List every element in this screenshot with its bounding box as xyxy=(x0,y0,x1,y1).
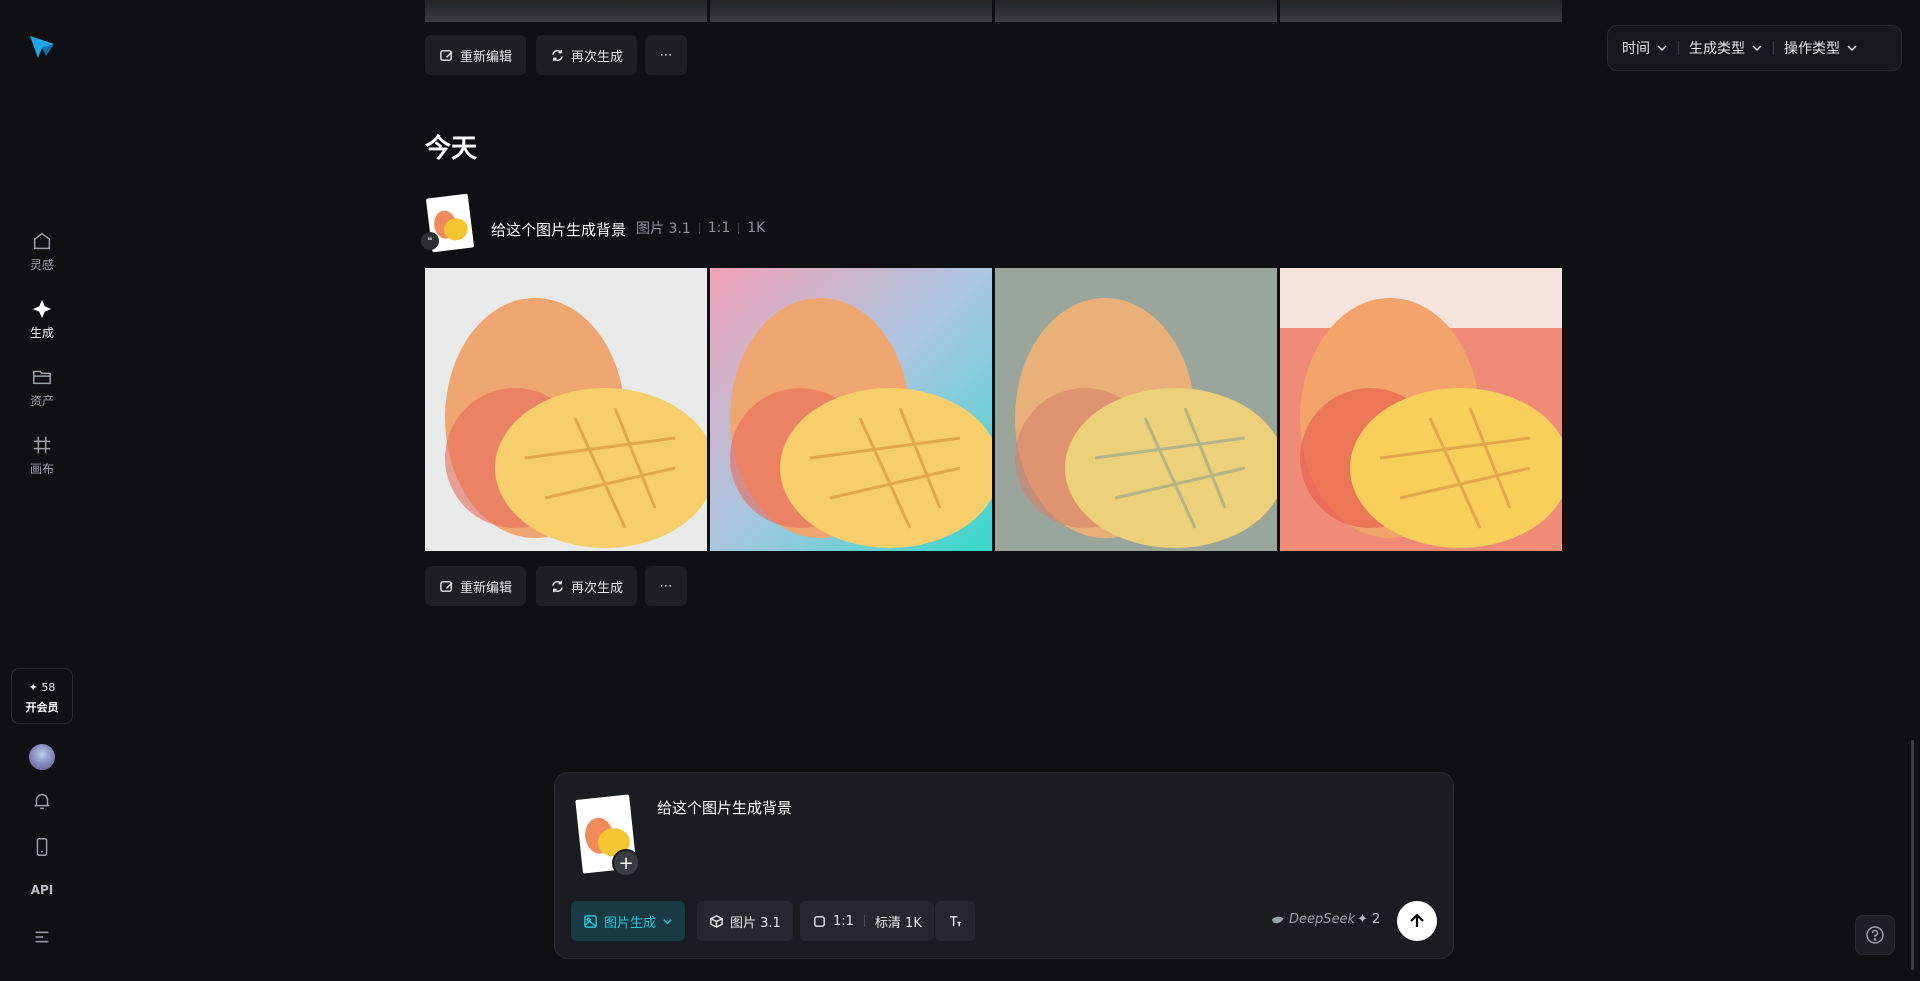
add-image-button[interactable]: + xyxy=(612,849,640,877)
more-button[interactable]: ⋯ xyxy=(645,35,687,75)
mobile-icon[interactable] xyxy=(31,836,53,858)
regenerate-label: 再次生成 xyxy=(571,49,624,65)
home-icon xyxy=(33,232,51,250)
generated-images xyxy=(425,268,1562,551)
more-icon: ⋯ xyxy=(659,578,673,594)
divider xyxy=(863,915,865,927)
sparkle-icon xyxy=(32,299,52,319)
folder-icon xyxy=(33,370,51,385)
section-title: 今天 xyxy=(425,134,478,164)
reference-thumbnail[interactable]: ❝ xyxy=(421,193,475,253)
divider xyxy=(738,222,740,234)
image-tile[interactable] xyxy=(710,0,992,22)
reedit-button[interactable]: 重新编辑 xyxy=(425,566,527,606)
previous-images-strip xyxy=(425,0,1562,22)
ratio-quality-select[interactable]: 1:1 标清 1K xyxy=(800,901,934,941)
provider-name: DeepSeek xyxy=(1289,912,1356,927)
sidebar-item-assets[interactable]: 资产 xyxy=(0,366,84,409)
quality-label: 标清 1K xyxy=(874,915,922,931)
sidebar-item-label: 灵感 xyxy=(29,258,54,272)
chevron-down-icon xyxy=(663,918,672,924)
edit-icon xyxy=(440,49,453,61)
credits-count: ✦ 58 xyxy=(28,681,56,694)
reedit-label: 重新编辑 xyxy=(460,49,513,65)
text-icon xyxy=(949,915,961,926)
text-style-button[interactable] xyxy=(935,901,975,941)
sidebar-item-generate[interactable]: 生成 xyxy=(0,298,84,341)
mode-label: 图片生成 xyxy=(604,915,657,931)
scrollbar[interactable] xyxy=(1911,740,1914,970)
provider-label: DeepSeek xyxy=(1271,912,1355,927)
image-tile[interactable] xyxy=(995,0,1277,22)
avatar[interactable] xyxy=(29,744,55,770)
reference-image[interactable]: + xyxy=(575,794,640,877)
arrow-up-icon xyxy=(1410,913,1424,927)
resolution-label: 1K xyxy=(747,220,766,236)
whale-icon xyxy=(1271,916,1284,923)
question-icon xyxy=(1866,926,1884,944)
reedit-button[interactable]: 重新编辑 xyxy=(425,35,527,75)
api-link[interactable]: API xyxy=(0,883,84,897)
generation-meta: 图片 3.1 1:1 1K xyxy=(636,218,765,252)
reedit-label: 重新编辑 xyxy=(460,580,513,596)
filter-time-label: 时间 xyxy=(1622,41,1650,57)
generated-image[interactable] xyxy=(710,268,992,551)
logo-icon[interactable] xyxy=(28,32,56,60)
filter-time[interactable]: 时间 xyxy=(1616,38,1674,58)
divider xyxy=(1773,41,1774,55)
canvas-icon xyxy=(33,436,51,454)
ratio-label: 1:1 xyxy=(707,220,731,236)
menu-icon[interactable] xyxy=(31,926,53,948)
model-select[interactable]: 图片 3.1 xyxy=(697,901,793,941)
generated-image[interactable] xyxy=(425,268,707,551)
divider xyxy=(1678,41,1679,55)
chevron-down-icon xyxy=(1847,45,1857,52)
prompt-composer: + 给这个图片生成背景 图片生成 图片 3.1 1:1 标清 1K DeepSe… xyxy=(554,772,1454,959)
help-button[interactable] xyxy=(1855,915,1895,955)
generation-prompt: 给这个图片生成背景 xyxy=(491,221,627,239)
refresh-icon xyxy=(552,49,563,61)
regenerate-label: 再次生成 xyxy=(571,580,624,596)
sidebar-item-label: 生成 xyxy=(29,326,54,340)
image-gen-icon xyxy=(584,914,597,928)
chevron-down-icon xyxy=(1657,45,1667,52)
quote-icon: ❝ xyxy=(421,232,439,250)
bell-icon[interactable] xyxy=(31,790,53,812)
image-tile[interactable] xyxy=(1280,0,1562,22)
cube-icon xyxy=(710,914,723,928)
more-icon: ⋯ xyxy=(659,47,673,63)
refresh-icon xyxy=(552,580,563,592)
edit-icon xyxy=(440,580,453,592)
filter-op-type[interactable]: 操作类型 xyxy=(1778,38,1864,58)
prompt-input[interactable]: 给这个图片生成背景 xyxy=(657,797,792,818)
generated-image[interactable] xyxy=(995,268,1277,551)
sidebar-item-inspiration[interactable]: 灵感 xyxy=(0,230,84,273)
vip-button[interactable]: ✦ 58 开会员 xyxy=(11,668,73,724)
ratio-label: 1:1 xyxy=(833,913,854,929)
regenerate-button[interactable]: 再次生成 xyxy=(536,566,638,606)
filter-gen-type-label: 生成类型 xyxy=(1689,41,1745,57)
filter-gen-type[interactable]: 生成类型 xyxy=(1683,38,1769,58)
send-button[interactable] xyxy=(1397,901,1437,941)
filter-bar: 时间 生成类型 操作类型 xyxy=(1607,25,1902,71)
vip-label: 开会员 xyxy=(25,701,59,714)
regenerate-button[interactable]: 再次生成 xyxy=(536,35,638,75)
square-icon xyxy=(814,915,825,927)
sidebar: 灵感 生成 资产 画布 ✦ 58 开会员 API xyxy=(0,0,84,981)
divider xyxy=(698,222,700,234)
generated-image[interactable] xyxy=(1280,268,1562,551)
filter-op-type-label: 操作类型 xyxy=(1784,41,1840,57)
sidebar-item-label: 画布 xyxy=(29,462,54,476)
generation-header: ❝ 给这个图片生成背景 图片 3.1 1:1 1K xyxy=(421,193,765,253)
chevron-down-icon xyxy=(1752,45,1762,52)
image-tile[interactable] xyxy=(425,0,707,22)
mode-select[interactable]: 图片生成 xyxy=(571,901,686,941)
cost-label: ✦ 2 xyxy=(1357,912,1381,927)
model-label: 图片 3.1 xyxy=(730,915,781,931)
sidebar-item-label: 资产 xyxy=(29,394,54,408)
sidebar-item-canvas[interactable]: 画布 xyxy=(0,434,84,477)
more-button[interactable]: ⋯ xyxy=(645,566,687,606)
model-label: 图片 3.1 xyxy=(636,221,691,237)
